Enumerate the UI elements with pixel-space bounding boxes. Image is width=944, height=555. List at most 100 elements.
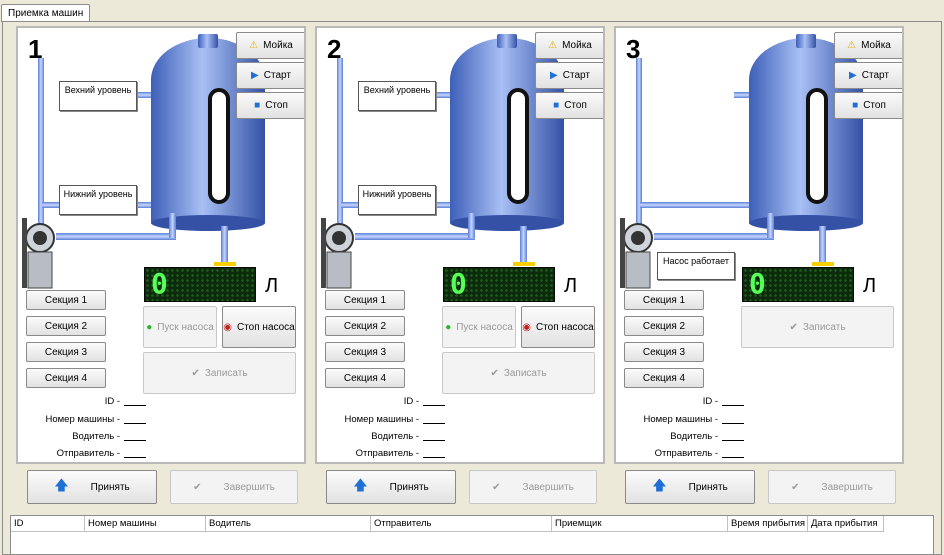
wash-button[interactable]: ⚠ Мойка (535, 32, 603, 59)
section-1-button[interactable]: Секция 1 (624, 290, 704, 310)
car-number-value (722, 414, 744, 424)
section-2-button[interactable]: Секция 2 (325, 316, 405, 336)
start-button[interactable]: ▶ Старт (236, 62, 304, 89)
section-3-button[interactable]: Секция 3 (26, 342, 106, 362)
check-icon: ✔ (492, 481, 501, 493)
driver-value (124, 431, 146, 441)
car-number-value (124, 414, 146, 424)
sender-value (722, 448, 744, 458)
vehicle-info: ID - Номер машины - Водитель - Отправите… (18, 396, 168, 462)
wash-button[interactable]: ⚠ Мойка (834, 32, 902, 59)
sender-value (423, 448, 445, 458)
section-1-button[interactable]: Секция 1 (325, 290, 405, 310)
write-button: ✔ Записать (442, 352, 595, 394)
car-number-value (423, 414, 445, 424)
stop-square-icon: ■ (852, 100, 859, 111)
vehicle-info: ID - Номер машины - Водитель - Отправите… (616, 396, 766, 462)
section-3-button[interactable]: Секция 3 (325, 342, 405, 362)
finish-button-3: ✔ Завершить (768, 470, 896, 504)
accept-button-2[interactable]: 🡅 Принять (326, 470, 456, 504)
arrivals-table[interactable]: ID Номер машины Водитель Отправитель При… (10, 515, 934, 555)
id-value (423, 396, 445, 406)
tank-panel-1: 1 ⚠ Мойка ▶ Старт ■ Стоп Вехний уровень Ниж… (16, 26, 306, 464)
warning-icon: ⚠ (847, 40, 857, 51)
green-circle-icon: ● (445, 321, 452, 333)
volume-unit: Л (564, 275, 578, 297)
col-sender[interactable]: Отправитель (371, 516, 552, 532)
col-receiver[interactable]: Приемщик (552, 516, 728, 532)
stop-square-icon: ■ (553, 100, 560, 111)
driver-label: Водитель - (371, 431, 419, 442)
car-number-label: Номер машины - (45, 414, 120, 425)
section-4-button[interactable]: Секция 4 (325, 368, 405, 388)
car-number-label: Номер машины - (643, 414, 718, 425)
finish-button-2: ✔ Завершить (469, 470, 597, 504)
volume-display: 0 (742, 267, 854, 302)
sender-label: Отправитель - (355, 448, 419, 459)
play-icon: ▶ (849, 70, 857, 81)
car-number-label: Номер машины - (344, 414, 419, 425)
vehicle-info: ID - Номер машины - Водитель - Отправите… (317, 396, 467, 462)
pump-stop-button[interactable]: ◉ Стоп насоса (222, 306, 296, 348)
check-icon: ✔ (193, 481, 202, 493)
upper-level-indicator: Вехний уровень (59, 81, 137, 111)
id-value (124, 396, 146, 406)
stop-button[interactable]: ■ Стоп (834, 92, 902, 119)
id-label: ID - (104, 396, 120, 407)
arrow-up-icon: 🡅 (652, 477, 667, 493)
arrow-up-icon: 🡅 (353, 477, 368, 493)
section-1-button[interactable]: Секция 1 (26, 290, 106, 310)
col-arrival-time[interactable]: Время прибытия (728, 516, 808, 532)
lower-level-indicator: Нижний уровень (358, 185, 436, 215)
play-icon: ▶ (251, 70, 259, 81)
driver-value (423, 431, 445, 441)
start-button[interactable]: ▶ Старт (834, 62, 902, 89)
pump-stop-button[interactable]: ◉ Стоп насоса (521, 306, 595, 348)
driver-label: Водитель - (72, 431, 120, 442)
id-label: ID - (403, 396, 419, 407)
pump-running-indicator: Насос работает (657, 252, 735, 280)
section-2-button[interactable]: Секция 2 (26, 316, 106, 336)
section-3-button[interactable]: Секция 3 (624, 342, 704, 362)
warning-icon: ⚠ (548, 40, 558, 51)
col-driver[interactable]: Водитель (206, 516, 371, 532)
volume-unit: Л (265, 275, 279, 297)
lower-level-indicator: Нижний уровень (59, 185, 137, 215)
green-circle-icon: ● (146, 321, 153, 333)
write-button: ✔ Записать (143, 352, 296, 394)
finish-button-1: ✔ Завершить (170, 470, 298, 504)
arrow-up-icon: 🡅 (54, 477, 69, 493)
tab-car-reception[interactable]: Приемка машин (1, 4, 91, 22)
section-2-button[interactable]: Секция 2 (624, 316, 704, 336)
driver-label: Водитель - (670, 431, 718, 442)
wash-button[interactable]: ⚠ Мойка (236, 32, 304, 59)
id-label: ID - (702, 396, 718, 407)
tank-panel-2: 2 ⚠ Мойка ▶ Старт ■ Стоп Вехний уровень Ниж… (315, 26, 605, 464)
start-button[interactable]: ▶ Старт (535, 62, 603, 89)
write-button: ✔ Записать (741, 306, 894, 348)
col-arrival-date[interactable]: Дата прибытия (808, 516, 884, 532)
driver-value (722, 431, 744, 441)
check-icon: ✔ (791, 481, 800, 493)
col-car-number[interactable]: Номер машины (85, 516, 206, 532)
play-icon: ▶ (550, 70, 558, 81)
red-target-icon: ◉ (223, 321, 232, 333)
section-4-button[interactable]: Секция 4 (26, 368, 106, 388)
section-4-button[interactable]: Секция 4 (624, 368, 704, 388)
warning-icon: ⚠ (249, 40, 259, 51)
sender-label: Отправитель - (56, 448, 120, 459)
stop-button[interactable]: ■ Стоп (236, 92, 304, 119)
accept-button-3[interactable]: 🡅 Принять (625, 470, 755, 504)
stop-button[interactable]: ■ Стоп (535, 92, 603, 119)
volume-unit: Л (863, 275, 877, 297)
volume-display: 0 (144, 267, 256, 302)
col-id[interactable]: ID (11, 516, 85, 532)
check-icon: ✔ (789, 321, 798, 333)
stop-square-icon: ■ (254, 100, 261, 111)
sender-value (124, 448, 146, 458)
id-value (722, 396, 744, 406)
sender-label: Отправитель - (654, 448, 718, 459)
accept-button-1[interactable]: 🡅 Принять (27, 470, 157, 504)
pump-start-button: ● Пуск насоса (442, 306, 516, 348)
check-icon: ✔ (191, 367, 200, 379)
